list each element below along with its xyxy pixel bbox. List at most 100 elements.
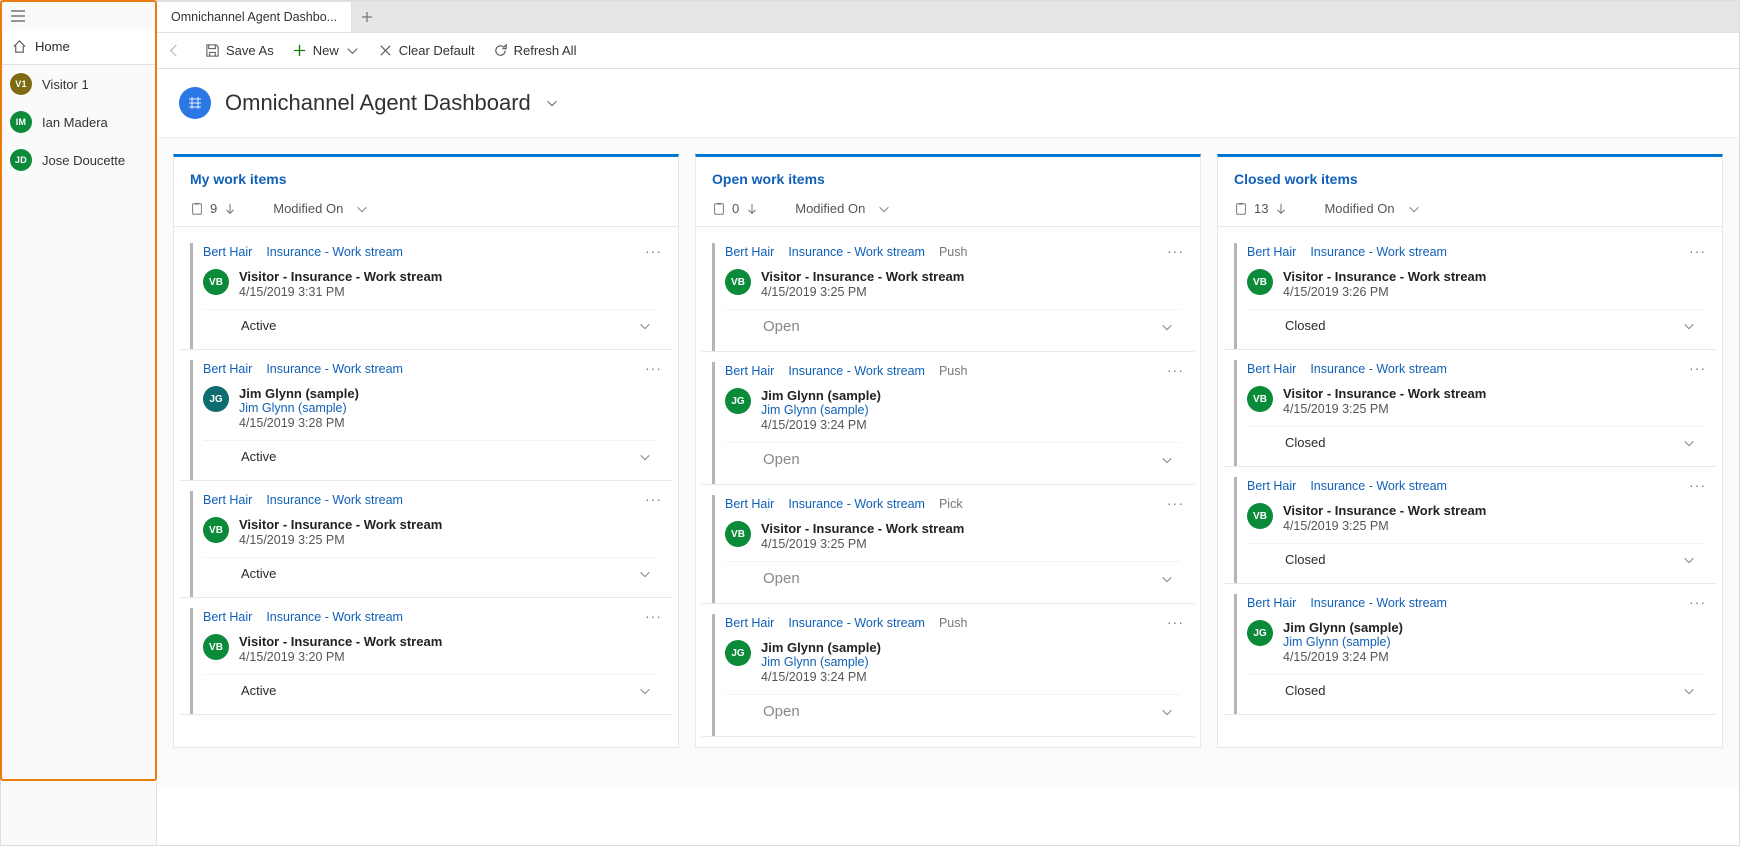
chevron-down-icon[interactable] — [355, 202, 369, 216]
hamburger-button[interactable] — [2, 2, 155, 31]
refresh-all-button[interactable]: Refresh All — [493, 43, 577, 58]
card-owner-link[interactable]: Bert Hair — [203, 362, 252, 376]
chevron-down-icon[interactable] — [638, 684, 652, 698]
card-stream-link[interactable]: Insurance - Work stream — [266, 362, 403, 376]
work-item-card[interactable]: ··· Bert Hair Insurance - Work stream VB… — [1224, 233, 1716, 350]
chevron-down-icon[interactable] — [1682, 684, 1696, 698]
chevron-down-icon[interactable] — [1160, 572, 1174, 586]
chevron-down-icon[interactable] — [1682, 436, 1696, 450]
chevron-down-icon[interactable] — [638, 450, 652, 464]
work-item-card[interactable]: ··· Bert Hair Insurance - Work stream VB… — [180, 233, 672, 350]
chevron-down-icon[interactable] — [1160, 453, 1174, 467]
column-sort-label[interactable]: Modified On — [1324, 201, 1394, 216]
card-owner-link[interactable]: Bert Hair — [725, 616, 774, 630]
tab-add-button[interactable] — [352, 1, 382, 32]
sidebar-item[interactable]: V1 Visitor 1 — [2, 65, 155, 103]
chevron-down-icon[interactable] — [638, 567, 652, 581]
card-menu-button[interactable]: ··· — [645, 360, 662, 376]
card-owner-link[interactable]: Bert Hair — [725, 245, 774, 259]
card-link[interactable]: Jim Glynn (sample) — [239, 401, 359, 415]
column-sort-label[interactable]: Modified On — [273, 201, 343, 216]
card-stream-link[interactable]: Insurance - Work stream — [788, 245, 925, 259]
arrow-down-icon[interactable] — [1274, 202, 1288, 216]
work-item-card[interactable]: ··· Bert Hair Insurance - Work stream VB… — [180, 481, 672, 598]
chevron-down-icon[interactable] — [1682, 319, 1696, 333]
card-status-row[interactable]: Closed — [1247, 309, 1702, 343]
chevron-down-icon[interactable] — [877, 202, 891, 216]
card-menu-button[interactable]: ··· — [645, 491, 662, 507]
card-status-row[interactable]: Active — [203, 557, 658, 591]
sidebar-item[interactable]: IM Ian Madera — [2, 103, 155, 141]
card-owner-link[interactable]: Bert Hair — [203, 245, 252, 259]
work-item-card[interactable]: ··· Bert Hair Insurance - Work stream Pu… — [702, 604, 1194, 737]
card-link[interactable]: Jim Glynn (sample) — [761, 403, 881, 417]
work-item-card[interactable]: ··· Bert Hair Insurance - Work stream JG… — [180, 350, 672, 481]
card-status-row[interactable]: Open — [725, 309, 1180, 345]
back-button[interactable] — [167, 43, 187, 58]
card-menu-button[interactable]: ··· — [1167, 495, 1184, 511]
arrow-down-icon[interactable] — [223, 202, 237, 216]
home-nav[interactable]: Home — [2, 31, 155, 65]
card-menu-button[interactable]: ··· — [1689, 477, 1706, 493]
column-title[interactable]: My work items — [190, 171, 286, 187]
chevron-down-icon[interactable] — [1407, 202, 1421, 216]
work-item-card[interactable]: ··· Bert Hair Insurance - Work stream Pu… — [702, 233, 1194, 352]
chevron-down-icon[interactable] — [1160, 320, 1174, 334]
card-stream-link[interactable]: Insurance - Work stream — [788, 497, 925, 511]
card-status-row[interactable]: Active — [203, 309, 658, 343]
card-status-row[interactable]: Active — [203, 674, 658, 708]
chevron-down-icon[interactable] — [1682, 553, 1696, 567]
arrow-down-icon[interactable] — [745, 202, 759, 216]
work-item-card[interactable]: ··· Bert Hair Insurance - Work stream Pu… — [702, 352, 1194, 485]
work-item-card[interactable]: ··· Bert Hair Insurance - Work stream VB… — [1224, 350, 1716, 467]
column-title[interactable]: Open work items — [712, 171, 825, 187]
card-link[interactable]: Jim Glynn (sample) — [761, 655, 881, 669]
column-sort-label[interactable]: Modified On — [795, 201, 865, 216]
card-menu-button[interactable]: ··· — [1689, 243, 1706, 259]
card-stream-link[interactable]: Insurance - Work stream — [266, 245, 403, 259]
chevron-down-icon[interactable] — [545, 96, 559, 110]
card-stream-link[interactable]: Insurance - Work stream — [266, 610, 403, 624]
work-item-card[interactable]: ··· Bert Hair Insurance - Work stream JG… — [1224, 584, 1716, 715]
card-stream-link[interactable]: Insurance - Work stream — [788, 616, 925, 630]
new-button[interactable]: New — [292, 43, 360, 58]
card-status-row[interactable]: Closed — [1247, 543, 1702, 577]
card-link[interactable]: Jim Glynn (sample) — [1283, 635, 1403, 649]
card-owner-link[interactable]: Bert Hair — [725, 364, 774, 378]
tab-active[interactable]: Omnichannel Agent Dashbo... — [157, 1, 352, 32]
card-owner-link[interactable]: Bert Hair — [203, 493, 252, 507]
card-owner-link[interactable]: Bert Hair — [725, 497, 774, 511]
card-menu-button[interactable]: ··· — [1167, 362, 1184, 378]
card-owner-link[interactable]: Bert Hair — [1247, 362, 1296, 376]
column-title[interactable]: Closed work items — [1234, 171, 1358, 187]
card-owner-link[interactable]: Bert Hair — [1247, 245, 1296, 259]
card-stream-link[interactable]: Insurance - Work stream — [1310, 596, 1447, 610]
sidebar-item[interactable]: JD Jose Doucette — [2, 141, 155, 179]
card-owner-link[interactable]: Bert Hair — [1247, 479, 1296, 493]
card-status-row[interactable]: Closed — [1247, 674, 1702, 708]
work-item-card[interactable]: ··· Bert Hair Insurance - Work stream Pi… — [702, 485, 1194, 604]
card-menu-button[interactable]: ··· — [1167, 243, 1184, 259]
card-status-row[interactable]: Closed — [1247, 426, 1702, 460]
save-as-button[interactable]: Save As — [205, 43, 274, 58]
card-menu-button[interactable]: ··· — [645, 608, 662, 624]
card-stream-link[interactable]: Insurance - Work stream — [1310, 479, 1447, 493]
chevron-down-icon[interactable] — [638, 319, 652, 333]
card-stream-link[interactable]: Insurance - Work stream — [1310, 245, 1447, 259]
card-stream-link[interactable]: Insurance - Work stream — [1310, 362, 1447, 376]
card-menu-button[interactable]: ··· — [1689, 360, 1706, 376]
card-menu-button[interactable]: ··· — [1167, 614, 1184, 630]
card-status-row[interactable]: Open — [725, 694, 1180, 730]
work-item-card[interactable]: ··· Bert Hair Insurance - Work stream VB… — [180, 598, 672, 715]
card-status-row[interactable]: Open — [725, 442, 1180, 478]
card-owner-link[interactable]: Bert Hair — [203, 610, 252, 624]
chevron-down-icon[interactable] — [1160, 705, 1174, 719]
card-menu-button[interactable]: ··· — [1689, 594, 1706, 610]
card-owner-link[interactable]: Bert Hair — [1247, 596, 1296, 610]
card-stream-link[interactable]: Insurance - Work stream — [266, 493, 403, 507]
card-stream-link[interactable]: Insurance - Work stream — [788, 364, 925, 378]
work-item-card[interactable]: ··· Bert Hair Insurance - Work stream VB… — [1224, 467, 1716, 584]
clear-default-button[interactable]: Clear Default — [378, 43, 475, 58]
card-status-row[interactable]: Open — [725, 561, 1180, 597]
card-status-row[interactable]: Active — [203, 440, 658, 474]
